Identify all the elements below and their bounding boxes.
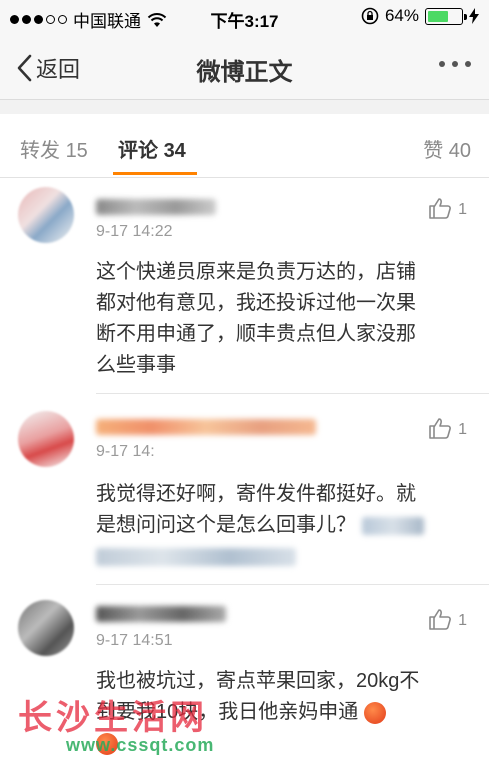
- avatar[interactable]: [18, 411, 74, 467]
- comment-text: 我觉得还好啊，寄件发件都挺好。就 是想问问这个是怎么回事儿？: [96, 479, 476, 572]
- nav-bar: 返回 微博正文: [0, 34, 489, 100]
- divider: [96, 584, 489, 585]
- tab-comments[interactable]: 评论 34: [118, 134, 186, 163]
- status-right: 64%: [361, 6, 479, 26]
- comment-time: 9-17 14:: [96, 443, 155, 460]
- thumbs-up-icon: [429, 418, 452, 439]
- comment-item: 9-17 14:51 1 我也被坑过，寄点苹果回家，20kg不 到要我10块，我…: [0, 586, 489, 770]
- username-blurred[interactable]: [96, 199, 216, 215]
- comment-line: 这个快递员原来是负责万达的，店铺: [96, 261, 416, 283]
- divider: [96, 393, 489, 394]
- tab-likes[interactable]: 赞 40: [423, 134, 471, 163]
- comment-item: 9-17 14:22 1 这个快递员原来是负责万达的，店铺 都对他有意见，我还投…: [0, 179, 489, 394]
- comment-line: 到要我10块，我日他亲妈申通: [96, 701, 359, 723]
- status-bar: 中国联通 下午3:17 64%: [0, 0, 489, 34]
- comment-line-blurred: [96, 541, 476, 572]
- comment-line: 我也被坑过，寄点苹果回家，20kg不: [96, 670, 420, 692]
- tab-reposts-label: 转发: [20, 140, 60, 162]
- tab-likes-count: 40: [448, 140, 471, 162]
- tab-likes-label: 赞: [423, 140, 444, 162]
- battery-percent: 64%: [384, 6, 419, 25]
- like-button[interactable]: 1: [428, 417, 467, 439]
- comment-item: 9-17 14: 1 我觉得还好啊，寄件发件都挺好。就 是想问问这个是怎么回事儿…: [0, 395, 489, 585]
- avatar[interactable]: [18, 600, 74, 656]
- tab-reposts[interactable]: 转发 15: [20, 134, 88, 163]
- thumbs-up-icon: [429, 609, 452, 630]
- tab-reposts-count: 15: [65, 140, 88, 162]
- tab-bar: 转发 15 评论 34 赞 40: [0, 114, 489, 178]
- charging-icon: [469, 8, 479, 24]
- angry-face-icon: [96, 732, 118, 755]
- comment-line-emoji: [96, 728, 476, 759]
- like-button[interactable]: 1: [428, 608, 467, 630]
- angry-face-icon: [363, 701, 386, 724]
- like-count: 1: [458, 201, 467, 218]
- comment-line: 我觉得还好啊，寄件发件都挺好。就: [96, 483, 416, 505]
- blurred-content: [96, 547, 296, 566]
- section-gap: [0, 100, 489, 114]
- comment-line: 么些事事: [96, 354, 176, 376]
- comment-text: 我也被坑过，寄点苹果回家，20kg不 到要我10块，我日他亲妈申通: [96, 666, 476, 759]
- comment-line: 断不用申通了，顺丰贵点但人家没那: [96, 323, 416, 345]
- battery-fill: [428, 10, 449, 22]
- comment-line: 是想问问这个是怎么回事儿？: [96, 514, 356, 536]
- comment-line-wrap: 到要我10块，我日他亲妈申通: [96, 697, 476, 728]
- username-blurred[interactable]: [96, 606, 226, 622]
- active-tab-indicator: [113, 172, 197, 175]
- thumbs-up-icon: [429, 198, 452, 219]
- comment-text: 这个快递员原来是负责万达的，店铺 都对他有意见，我还投诉过他一次果 断不用申通了…: [96, 257, 476, 381]
- tab-comments-count: 34: [163, 140, 186, 162]
- comment-line: 都对他有意见，我还投诉过他一次果: [96, 292, 416, 314]
- more-icon[interactable]: [439, 61, 471, 67]
- like-button[interactable]: 1: [428, 197, 467, 219]
- tab-comments-label: 评论: [118, 140, 158, 162]
- username-blurred[interactable]: [96, 419, 316, 435]
- comment-time: 9-17 14:22: [96, 223, 173, 240]
- comment-time: 9-17 14:51: [96, 632, 173, 649]
- comment-line-wrap: 是想问问这个是怎么回事儿？: [96, 510, 476, 541]
- like-count: 1: [458, 612, 467, 629]
- like-count: 1: [458, 421, 467, 438]
- blurred-content: [361, 516, 424, 535]
- orientation-lock-icon: [361, 7, 379, 25]
- avatar[interactable]: [18, 187, 74, 243]
- page-title: 微博正文: [196, 59, 293, 86]
- battery-icon: [425, 7, 467, 25]
